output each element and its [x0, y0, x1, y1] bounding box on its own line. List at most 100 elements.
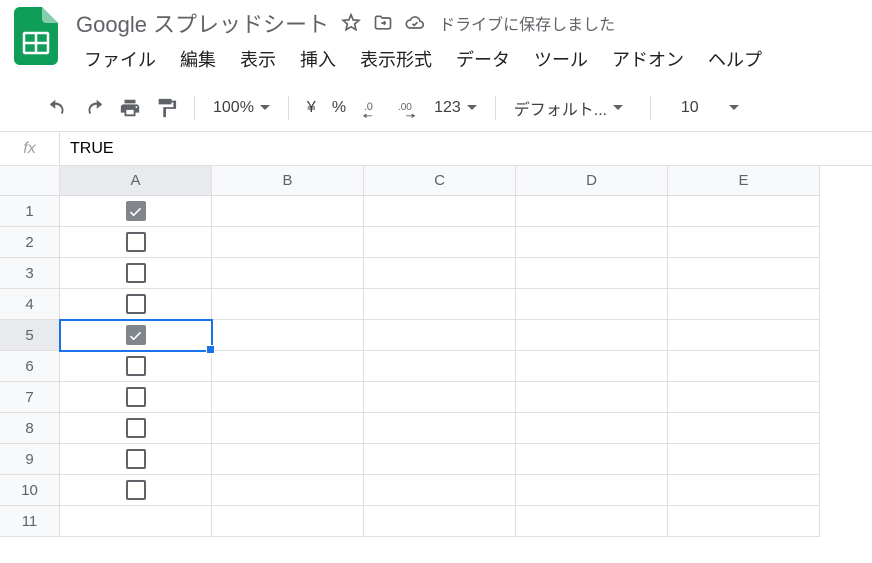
menu-insert[interactable]: 挿入 [290, 42, 346, 76]
row-header[interactable]: 1 [0, 196, 60, 227]
cell[interactable] [364, 444, 516, 475]
row-header[interactable]: 10 [0, 475, 60, 506]
cell[interactable] [668, 475, 820, 506]
decrease-decimal-button[interactable]: .0 [356, 90, 388, 126]
cell-checkbox[interactable] [126, 418, 146, 438]
column-header[interactable]: B [212, 166, 364, 196]
menu-help[interactable]: ヘルプ [698, 42, 772, 76]
move-folder-icon[interactable] [373, 13, 393, 33]
print-button[interactable] [114, 90, 146, 126]
cell[interactable] [364, 351, 516, 382]
cell[interactable] [60, 258, 212, 289]
cell[interactable] [60, 444, 212, 475]
cell[interactable] [212, 227, 364, 258]
cell[interactable] [516, 475, 668, 506]
cell[interactable] [516, 351, 668, 382]
row-header[interactable]: 11 [0, 506, 60, 537]
cell[interactable] [212, 506, 364, 537]
menu-file[interactable]: ファイル [74, 42, 166, 76]
column-header[interactable]: C [364, 166, 516, 196]
column-header[interactable]: E [668, 166, 820, 196]
cell[interactable] [516, 227, 668, 258]
increase-decimal-button[interactable]: .00 [392, 90, 424, 126]
sheets-logo-icon[interactable] [8, 8, 64, 64]
row-header[interactable]: 9 [0, 444, 60, 475]
cell[interactable] [212, 258, 364, 289]
cell[interactable] [60, 196, 212, 227]
cell-checkbox[interactable] [126, 449, 146, 469]
formula-input[interactable] [60, 132, 872, 165]
cell[interactable] [668, 258, 820, 289]
cell[interactable] [60, 382, 212, 413]
cell[interactable] [60, 475, 212, 506]
column-header[interactable]: D [516, 166, 668, 196]
cell[interactable] [668, 320, 820, 351]
paint-format-button[interactable] [150, 90, 182, 126]
cell-checkbox[interactable] [126, 263, 146, 283]
font-select[interactable]: デフォルト... [508, 90, 638, 126]
cell[interactable] [516, 413, 668, 444]
cell[interactable] [364, 506, 516, 537]
cell[interactable] [668, 506, 820, 537]
menu-addons[interactable]: アドオン [602, 42, 694, 76]
cell[interactable] [516, 196, 668, 227]
cell[interactable] [668, 196, 820, 227]
cell[interactable] [60, 506, 212, 537]
cell[interactable] [60, 320, 212, 351]
currency-button[interactable]: ¥ [301, 90, 322, 126]
cell-checkbox[interactable] [126, 387, 146, 407]
cell[interactable] [212, 196, 364, 227]
cell[interactable] [60, 227, 212, 258]
cell[interactable] [364, 289, 516, 320]
column-header[interactable]: A [60, 166, 212, 196]
cell[interactable] [212, 444, 364, 475]
cell[interactable] [364, 196, 516, 227]
row-header[interactable]: 6 [0, 351, 60, 382]
cell[interactable] [60, 413, 212, 444]
cell[interactable] [668, 382, 820, 413]
cell[interactable] [668, 413, 820, 444]
cell-checkbox[interactable] [126, 480, 146, 500]
cell[interactable] [212, 382, 364, 413]
cell[interactable] [212, 475, 364, 506]
cell[interactable] [364, 382, 516, 413]
cell[interactable] [668, 351, 820, 382]
percent-button[interactable]: % [326, 90, 352, 126]
cell[interactable] [364, 320, 516, 351]
cell[interactable] [212, 320, 364, 351]
cell[interactable] [364, 227, 516, 258]
menu-data[interactable]: データ [446, 42, 520, 76]
cell[interactable] [60, 351, 212, 382]
row-header[interactable]: 7 [0, 382, 60, 413]
row-header[interactable]: 3 [0, 258, 60, 289]
cell-checkbox[interactable] [126, 294, 146, 314]
cell-checkbox[interactable] [126, 232, 146, 252]
cell[interactable] [516, 258, 668, 289]
cell[interactable] [516, 506, 668, 537]
cell[interactable] [516, 320, 668, 351]
cell[interactable] [668, 289, 820, 320]
row-header[interactable]: 5 [0, 320, 60, 351]
redo-button[interactable] [78, 90, 110, 126]
star-icon[interactable] [341, 13, 361, 33]
cell[interactable] [668, 227, 820, 258]
cell[interactable] [364, 475, 516, 506]
cell[interactable] [212, 413, 364, 444]
row-header[interactable]: 8 [0, 413, 60, 444]
cell[interactable] [516, 444, 668, 475]
font-size-select[interactable]: 10 [663, 90, 717, 126]
row-header[interactable]: 4 [0, 289, 60, 320]
cell[interactable] [60, 289, 212, 320]
cell[interactable] [516, 289, 668, 320]
menu-tools[interactable]: ツール [524, 42, 598, 76]
cell[interactable] [516, 382, 668, 413]
cloud-saved-icon[interactable] [405, 13, 425, 33]
cell[interactable] [668, 444, 820, 475]
menu-view[interactable]: 表示 [230, 42, 286, 76]
cell[interactable] [364, 413, 516, 444]
doc-title[interactable]: Google スプレッドシート [76, 7, 329, 39]
row-header[interactable]: 2 [0, 227, 60, 258]
cell-checkbox[interactable] [126, 325, 146, 345]
cell[interactable] [212, 351, 364, 382]
chevron-down-icon[interactable] [729, 105, 739, 110]
